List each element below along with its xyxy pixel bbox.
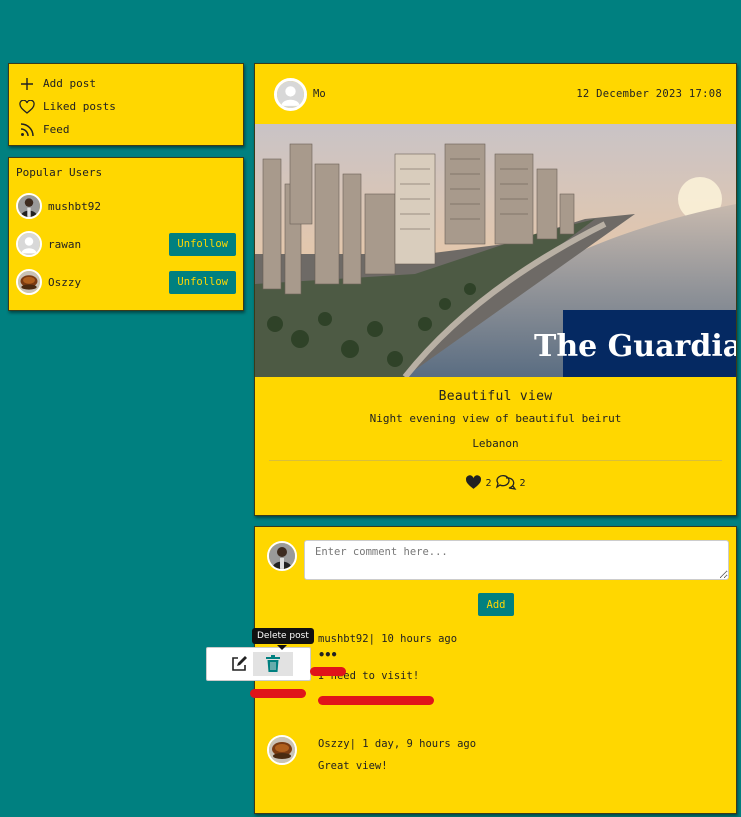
comment-menu-button[interactable]: •••: [318, 648, 457, 662]
nav-add-post-label: Add post: [43, 77, 96, 90]
popular-user-row: rawan Unfollow: [16, 225, 236, 263]
edit-icon[interactable]: [229, 654, 249, 674]
comment-time: | 1 day, 9 hours ago: [349, 738, 477, 750]
popular-user-row: Oszzy Unfollow: [16, 263, 236, 301]
guardian-watermark: The Guardian: [534, 329, 736, 364]
red-annotation-mark: [318, 696, 434, 705]
post-divider: [269, 460, 722, 461]
unfollow-button[interactable]: Unfollow: [169, 270, 236, 294]
popular-user-name[interactable]: rawan: [48, 238, 169, 251]
comment-item: Oszzy | 1 day, 9 hours ago Great view!: [267, 735, 476, 772]
comment-text: Great view!: [318, 760, 388, 772]
comments-icon[interactable]: [495, 474, 517, 493]
red-annotation-mark: [250, 689, 306, 698]
trash-icon: [266, 655, 280, 672]
comment-body: Oszzy | 1 day, 9 hours ago Great view!: [318, 738, 476, 772]
avatar[interactable]: [16, 193, 42, 219]
comment-author[interactable]: Oszzy: [318, 738, 350, 750]
avatar[interactable]: [16, 231, 42, 257]
nav-add-post[interactable]: Add post: [18, 72, 234, 95]
unfollow-button[interactable]: Unfollow: [169, 232, 236, 256]
post-title: Beautiful view: [438, 389, 553, 404]
comment-time: | 10 hours ago: [368, 633, 458, 645]
post-location: Lebanon: [472, 437, 519, 450]
post-author[interactable]: Mo: [313, 88, 576, 100]
popular-users-title: Popular Users: [16, 166, 103, 179]
popular-users-card: Popular Users mushbt92 rawan Unfollow Os…: [8, 157, 244, 311]
add-comment-button[interactable]: Add: [478, 593, 514, 616]
red-annotation-mark: [310, 667, 346, 676]
post-stats: 2 2: [255, 474, 736, 493]
comment-action-popover: [206, 647, 311, 681]
nav-liked-posts[interactable]: Liked posts: [18, 95, 234, 118]
plus-icon: [18, 75, 36, 93]
post-date: 12 December 2023 17:08: [576, 88, 722, 100]
post-description: Night evening view of beautiful beirut: [369, 412, 622, 425]
post-card: Mo 12 December 2023 17:08 The Guardia Be…: [254, 63, 737, 516]
popular-user-row: mushbt92: [16, 187, 236, 225]
heart-icon: [18, 98, 36, 116]
popular-user-name[interactable]: mushbt92: [48, 200, 236, 213]
comment-meta: mushbt92 | 10 hours ago: [318, 633, 457, 645]
comment-meta: Oszzy | 1 day, 9 hours ago: [318, 738, 476, 750]
nav-menu: Add post Liked posts Feed: [8, 63, 244, 146]
comment-form: [267, 541, 297, 571]
comment-input[interactable]: [304, 540, 729, 580]
comment-author[interactable]: mushbt92: [318, 633, 369, 645]
nav-feed[interactable]: Feed: [18, 118, 234, 141]
like-heart-icon[interactable]: [465, 474, 482, 493]
delete-post-tooltip: Delete post: [252, 628, 314, 644]
avatar[interactable]: [16, 269, 42, 295]
rss-icon: [18, 121, 36, 139]
tooltip-arrow: [277, 645, 287, 650]
comment-count: 2: [519, 478, 526, 489]
nav-liked-posts-label: Liked posts: [43, 100, 116, 113]
avatar[interactable]: [267, 735, 297, 765]
delete-post-button[interactable]: [253, 652, 293, 676]
post-author-avatar[interactable]: [274, 77, 307, 111]
post-image: The Guardian: [255, 124, 736, 377]
popular-user-name[interactable]: Oszzy: [48, 276, 169, 289]
nav-feed-label: Feed: [43, 123, 70, 136]
post-header: Mo 12 December 2023 17:08: [255, 64, 736, 124]
like-count: 2: [485, 478, 492, 489]
current-user-avatar: [267, 541, 297, 571]
